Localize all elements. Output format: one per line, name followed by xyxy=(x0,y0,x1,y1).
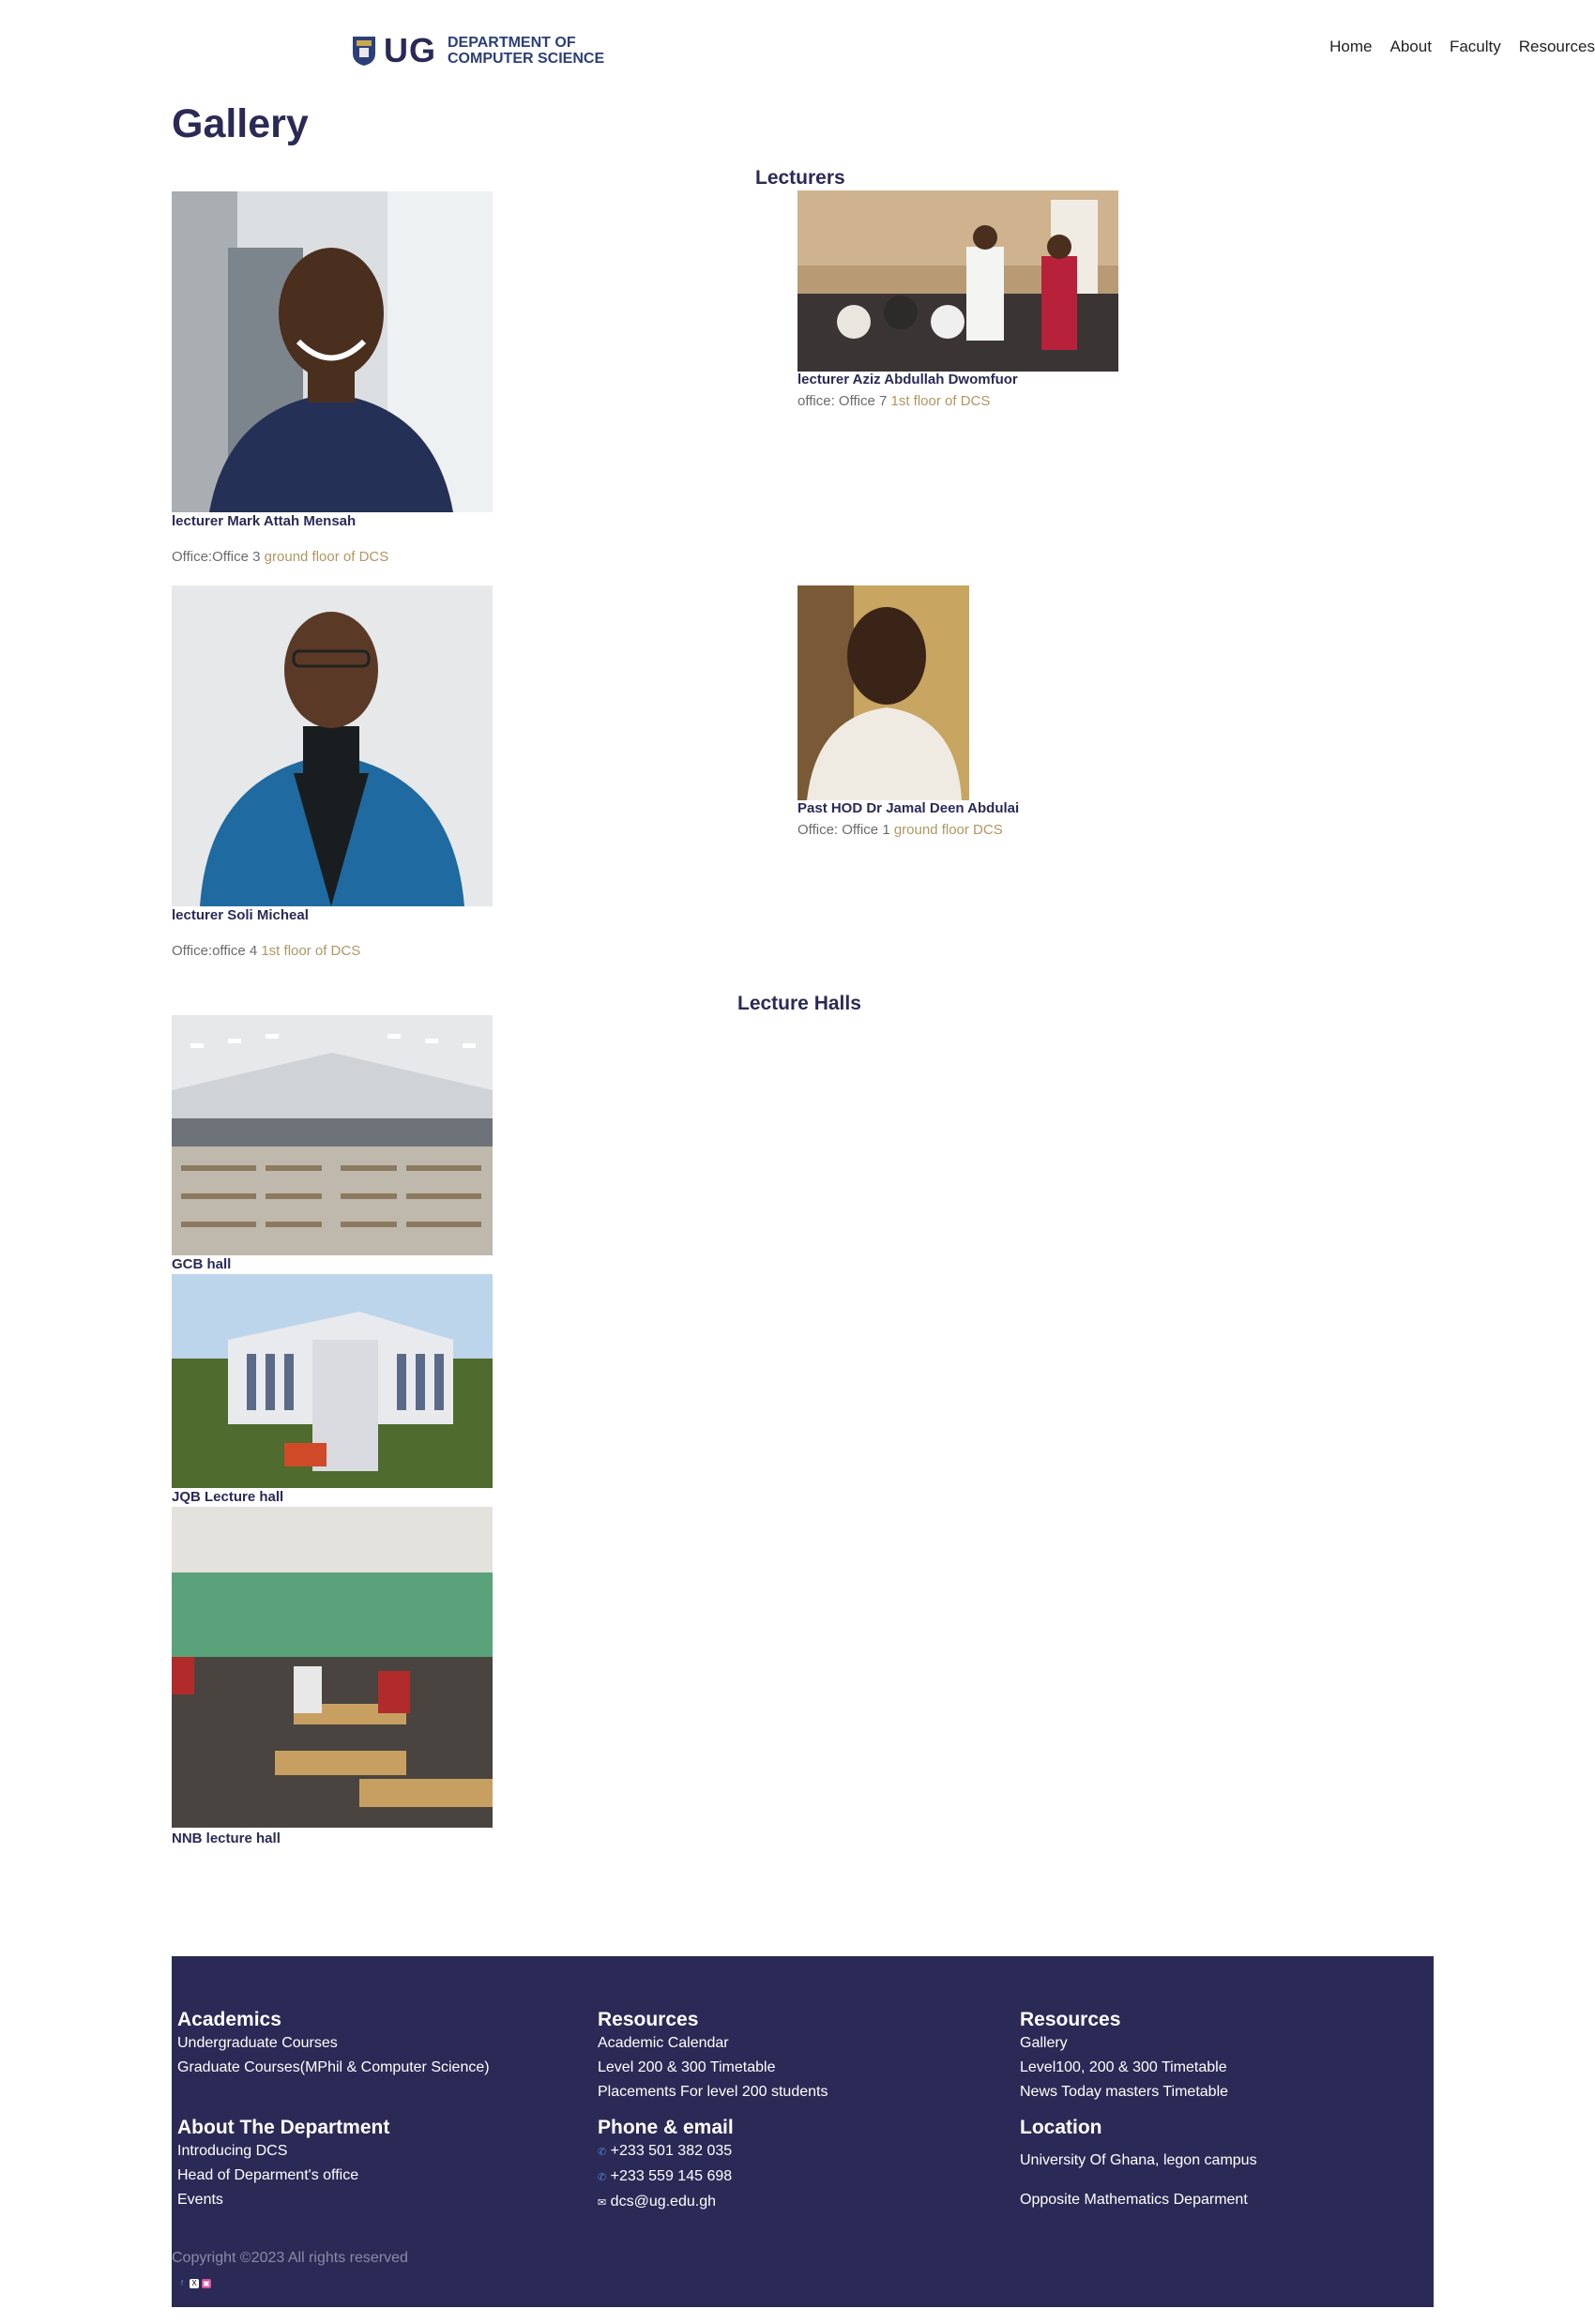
nav-home[interactable]: Home xyxy=(1329,38,1372,56)
footer-about: About The Department Introducing DCS Hea… xyxy=(177,2117,389,2212)
hall-name: JQB Lecture hall xyxy=(172,1489,284,1505)
footer-link[interactable]: Gallery xyxy=(1020,2031,1228,2056)
section-title-lecture-halls: Lecture Halls xyxy=(737,993,861,1014)
office-location: 1st floor of DCS xyxy=(261,943,361,959)
email-icon: ✉ xyxy=(598,2197,607,2209)
location-line: University Of Ghana, legon campus xyxy=(1020,2152,1257,2168)
lecturer-office: Office: Office 1 ground floor DCS xyxy=(798,822,1003,838)
lecturer-office: Office:office 4 1st floor of DCS xyxy=(172,943,360,959)
footer-link[interactable]: Academic Calendar xyxy=(598,2031,828,2056)
footer-resources-2: Resources Gallery Level100, 200 & 300 Ti… xyxy=(1020,2009,1228,2104)
footer-phone-1[interactable]: ✆ +233 501 382 035 xyxy=(598,2139,734,2165)
lecturer-photo-aziz-abdullah-dwomfuor xyxy=(798,190,1118,372)
footer-link[interactable]: Head of Deparment's office xyxy=(177,2164,389,2188)
footer-link[interactable]: Undergraduate Courses xyxy=(177,2031,490,2056)
office-location: 1st floor of DCS xyxy=(890,393,991,409)
x-icon[interactable]: X xyxy=(190,2279,199,2288)
footer-link[interactable]: Level100, 200 & 300 Timetable xyxy=(1020,2056,1228,2080)
lecturer-name: lecturer Aziz Abdullah Dwomfuor xyxy=(798,372,1018,387)
hall-photo-nnb xyxy=(172,1507,493,1828)
footer-phone-2[interactable]: ✆ +233 559 145 698 xyxy=(598,2165,734,2190)
nav-faculty[interactable]: Faculty xyxy=(1450,38,1501,56)
phone-text: +233 501 382 035 xyxy=(610,2143,733,2159)
footer-heading: Resources xyxy=(598,2009,699,2030)
lecturer-office: Office:Office 3 ground floor of DCS xyxy=(172,549,388,565)
footer-link[interactable]: News Today masters Timetable xyxy=(1020,2080,1228,2104)
footer-link[interactable]: Level 200 & 300 Timetable xyxy=(598,2056,828,2080)
page-title: Gallery xyxy=(172,101,309,146)
phone-icon: ✆ xyxy=(598,2172,607,2183)
dept-line2: COMPUTER SCIENCE xyxy=(448,51,605,67)
location-line: Opposite Mathematics Deparment xyxy=(1020,2192,1248,2208)
office-location: ground floor of DCS xyxy=(264,549,389,565)
instagram-icon[interactable]: ▣ xyxy=(202,2279,211,2288)
office-text: Office:Office 3 xyxy=(172,549,265,565)
hall-name: GCB hall xyxy=(172,1256,232,1272)
footer-contact: Phone & email ✆ +233 501 382 035 ✆ +233 … xyxy=(598,2117,734,2215)
hall-photo-jqb xyxy=(172,1274,493,1488)
nav-resources[interactable]: Resources xyxy=(1519,38,1595,56)
copyright-text: Copyright ©2023 All rights reserved xyxy=(172,2250,408,2266)
footer-academics: Academics Undergraduate Courses Graduate… xyxy=(177,2009,490,2080)
logo-ug-text: UG xyxy=(384,31,436,69)
facebook-icon[interactable]: f xyxy=(177,2279,187,2288)
footer-resources-1: Resources Academic Calendar Level 200 & … xyxy=(598,2009,828,2104)
footer-heading: About The Department xyxy=(177,2117,390,2138)
office-location: ground floor DCS xyxy=(893,822,1003,838)
ug-crest-icon xyxy=(353,37,375,66)
lecturer-photo-mark-attah-mensah xyxy=(172,191,493,512)
phone-icon: ✆ xyxy=(598,2147,607,2158)
footer-heading: Phone & email xyxy=(598,2117,734,2138)
logo-dept-text: DEPARTMENT OF COMPUTER SCIENCE xyxy=(448,35,604,67)
section-title-lecturers: Lecturers xyxy=(755,167,845,189)
footer-location: Location University Of Ghana, legon camp… xyxy=(1020,2117,1257,2212)
lecturer-photo-soli-micheal xyxy=(172,585,493,906)
footer-link[interactable]: Placements For level 200 students xyxy=(598,2080,828,2104)
email-text: dcs@ug.edu.gh xyxy=(610,2194,716,2210)
hall-name: NNB lecture hall xyxy=(172,1830,281,1846)
social-links: f X ▣ xyxy=(177,2279,211,2288)
dept-line1: DEPARTMENT OF xyxy=(448,35,576,51)
main-nav: Home About Faculty Resources xyxy=(1329,38,1595,56)
nav-about[interactable]: About xyxy=(1390,38,1432,56)
lecturer-name: lecturer Soli Micheal xyxy=(172,907,309,923)
site-footer: Academics Undergraduate Courses Graduate… xyxy=(172,1956,1434,2307)
office-text: Office:office 4 xyxy=(172,943,262,959)
footer-heading: Location xyxy=(1020,2117,1102,2138)
hall-photo-gcb xyxy=(172,1015,493,1255)
site-logo[interactable]: UG DEPARTMENT OF COMPUTER SCIENCE xyxy=(352,32,604,69)
footer-heading: Academics xyxy=(177,2009,281,2030)
phone-text: +233 559 145 698 xyxy=(610,2168,733,2184)
footer-link[interactable]: Events xyxy=(177,2188,389,2212)
lecturer-name: lecturer Mark Attah Mensah xyxy=(172,513,357,529)
footer-email[interactable]: ✉ dcs@ug.edu.gh xyxy=(598,2190,734,2215)
lecturer-photo-jamal-deen-abdulai xyxy=(798,585,969,800)
footer-heading: Resources xyxy=(1020,2009,1121,2030)
lecturer-office: office: Office 7 1st floor of DCS xyxy=(798,393,990,409)
footer-link[interactable]: Introducing DCS xyxy=(177,2139,389,2164)
footer-link[interactable]: Graduate Courses(MPhil & Computer Scienc… xyxy=(177,2056,490,2080)
lecturer-name: Past HOD Dr Jamal Deen Abdulai xyxy=(798,800,1020,816)
office-text: Office: Office 1 xyxy=(798,822,894,838)
office-text: office: Office 7 xyxy=(798,393,891,409)
